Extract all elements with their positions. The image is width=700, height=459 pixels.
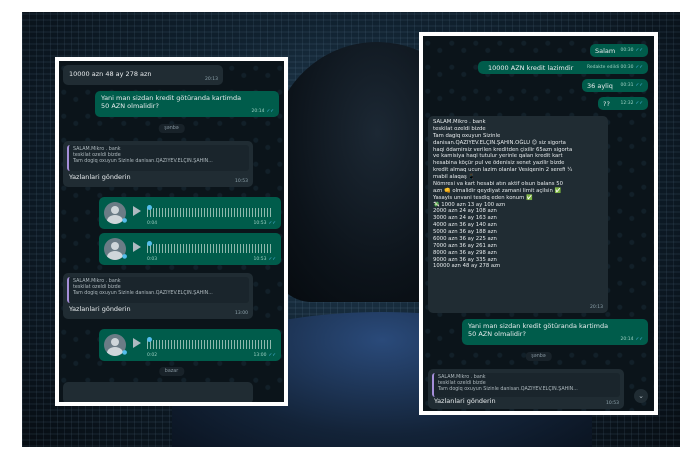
message-time: 00:30 bbox=[620, 48, 634, 54]
credit-offer-message: SALAM.Mikro . bank teskilat ozeldi bizde… bbox=[428, 116, 608, 313]
message-text: Salam bbox=[595, 47, 616, 55]
voice-message: ● 0:04 10:53 ✓✓ bbox=[99, 197, 281, 229]
read-check-icon: ✓✓ bbox=[268, 221, 276, 227]
message-text: 10000 azn 48 ay 278 azn bbox=[69, 70, 152, 78]
message-text: Yazlanlari gönderin bbox=[434, 397, 496, 405]
message-bubble: 36 ayliq 00:31 ✓✓ bbox=[582, 79, 648, 92]
chevron-down-icon[interactable]: ⌄ bbox=[634, 389, 648, 403]
read-check-icon: ✓✓ bbox=[266, 109, 274, 115]
message-bubble: 10000 AZN kredit lazimdir Redakte edildi… bbox=[478, 61, 648, 74]
message-text: Yazlanlari gönderin bbox=[69, 305, 131, 313]
voice-duration: 0:03 bbox=[147, 257, 158, 263]
microphone-icon: ● bbox=[122, 349, 128, 356]
voice-message: ● 0:03 10:53 ✓✓ bbox=[99, 233, 281, 265]
right-chat-screenshot: Salam 00:30 ✓✓ 10000 AZN kredit lazimdir … bbox=[419, 32, 658, 415]
message-bubble: Salam 00:30 ✓✓ bbox=[590, 44, 648, 57]
audio-waveform[interactable] bbox=[147, 241, 273, 253]
message-text: Yani man sizdan kredit götüranda kartimd… bbox=[101, 94, 242, 111]
message-bubble: 10000 azn 48 ay 278 azn 20:13 bbox=[63, 65, 223, 85]
outgoing-question-bubble: Yani man sizdan kredit götüranda kartimd… bbox=[95, 91, 279, 117]
message-text: SALAM.Mikro . bank teskilat ozeldi bizde… bbox=[433, 119, 573, 270]
read-check-icon: ✓✓ bbox=[635, 101, 643, 107]
read-check-icon: ✓✓ bbox=[635, 83, 643, 89]
message-time: 20:13 bbox=[590, 305, 603, 311]
message-time: 20:14 bbox=[620, 337, 634, 343]
voice-duration: 0:04 bbox=[147, 221, 158, 227]
day-divider: şənbə bbox=[525, 352, 552, 361]
message-text: Yani man sizdan kredit götüranda kartimd… bbox=[468, 322, 609, 339]
outgoing-question-bubble: Yani man sizdan kredit götüranda kartimd… bbox=[462, 319, 648, 345]
message-time: 10:53 bbox=[606, 401, 619, 407]
reply-bubble[interactable]: SALAM.Mikro . bank teskilat ozeldi bizde… bbox=[63, 141, 253, 187]
chat-pane: 10000 azn 48 ay 278 azn 20:13 Yani man s… bbox=[59, 61, 284, 402]
audio-waveform[interactable] bbox=[147, 337, 273, 349]
audio-waveform[interactable] bbox=[147, 205, 273, 217]
read-check-icon: ✓✓ bbox=[268, 257, 276, 263]
quoted-message[interactable]: SALAM.Mikro . bank teskilat ozeldi bizde… bbox=[67, 145, 249, 171]
reply-bubble[interactable]: SALAM.Mikro . bank teskilat ozeldi bizde… bbox=[63, 273, 253, 319]
edited-note: Redakte edildi 00:30 bbox=[586, 65, 634, 71]
message-time: 20:13 bbox=[205, 77, 218, 83]
microphone-icon: ● bbox=[122, 217, 128, 224]
read-check-icon: ✓✓ bbox=[635, 337, 643, 343]
chat-pane: Salam 00:30 ✓✓ 10000 AZN kredit lazimdir … bbox=[423, 36, 654, 411]
message-time: 10:53 bbox=[253, 221, 267, 227]
quoted-message[interactable]: SALAM.Mikro . bank teskilat ozeldi bizde… bbox=[432, 373, 620, 397]
reply-bubble[interactable]: SALAM.Mikro . bank teskilat ozeldi bizde… bbox=[428, 369, 624, 409]
message-text: 36 ayliq bbox=[587, 82, 613, 90]
read-check-icon: ✓✓ bbox=[268, 353, 276, 359]
play-icon[interactable] bbox=[133, 338, 141, 348]
message-time: 20:14 bbox=[251, 109, 265, 115]
message-time: 10:53 bbox=[253, 257, 267, 263]
message-time: 13:00 bbox=[253, 353, 267, 359]
day-divider: bazar bbox=[158, 367, 185, 376]
read-check-icon: ✓✓ bbox=[635, 48, 643, 54]
message-time: 10:53 bbox=[235, 179, 248, 185]
read-check-icon: ✓✓ bbox=[635, 65, 643, 71]
message-bubble: ?? 12:32 ✓✓ bbox=[598, 97, 648, 110]
message-time: 13:00 bbox=[235, 311, 248, 317]
message-text: ?? bbox=[603, 100, 610, 108]
left-chat-screenshot: 10000 azn 48 ay 278 azn 20:13 Yani man s… bbox=[55, 57, 288, 406]
message-time: 12:32 bbox=[620, 101, 634, 107]
quoted-message[interactable]: SALAM.Mikro . bank teskilat ozeldi bizde… bbox=[67, 277, 249, 303]
microphone-icon: ● bbox=[122, 253, 128, 260]
reply-bubble-partial[interactable] bbox=[63, 382, 253, 402]
play-icon[interactable] bbox=[133, 242, 141, 252]
voice-duration: 0:02 bbox=[147, 353, 158, 359]
message-time: 00:31 bbox=[620, 83, 634, 89]
voice-message: ● 0:02 13:00 ✓✓ bbox=[99, 329, 281, 361]
day-divider: şənbə bbox=[158, 124, 185, 133]
message-text: 10000 AZN kredit lazimdir bbox=[488, 64, 574, 72]
message-text: Yazlanlari gönderin bbox=[69, 173, 131, 181]
play-icon[interactable] bbox=[133, 206, 141, 216]
